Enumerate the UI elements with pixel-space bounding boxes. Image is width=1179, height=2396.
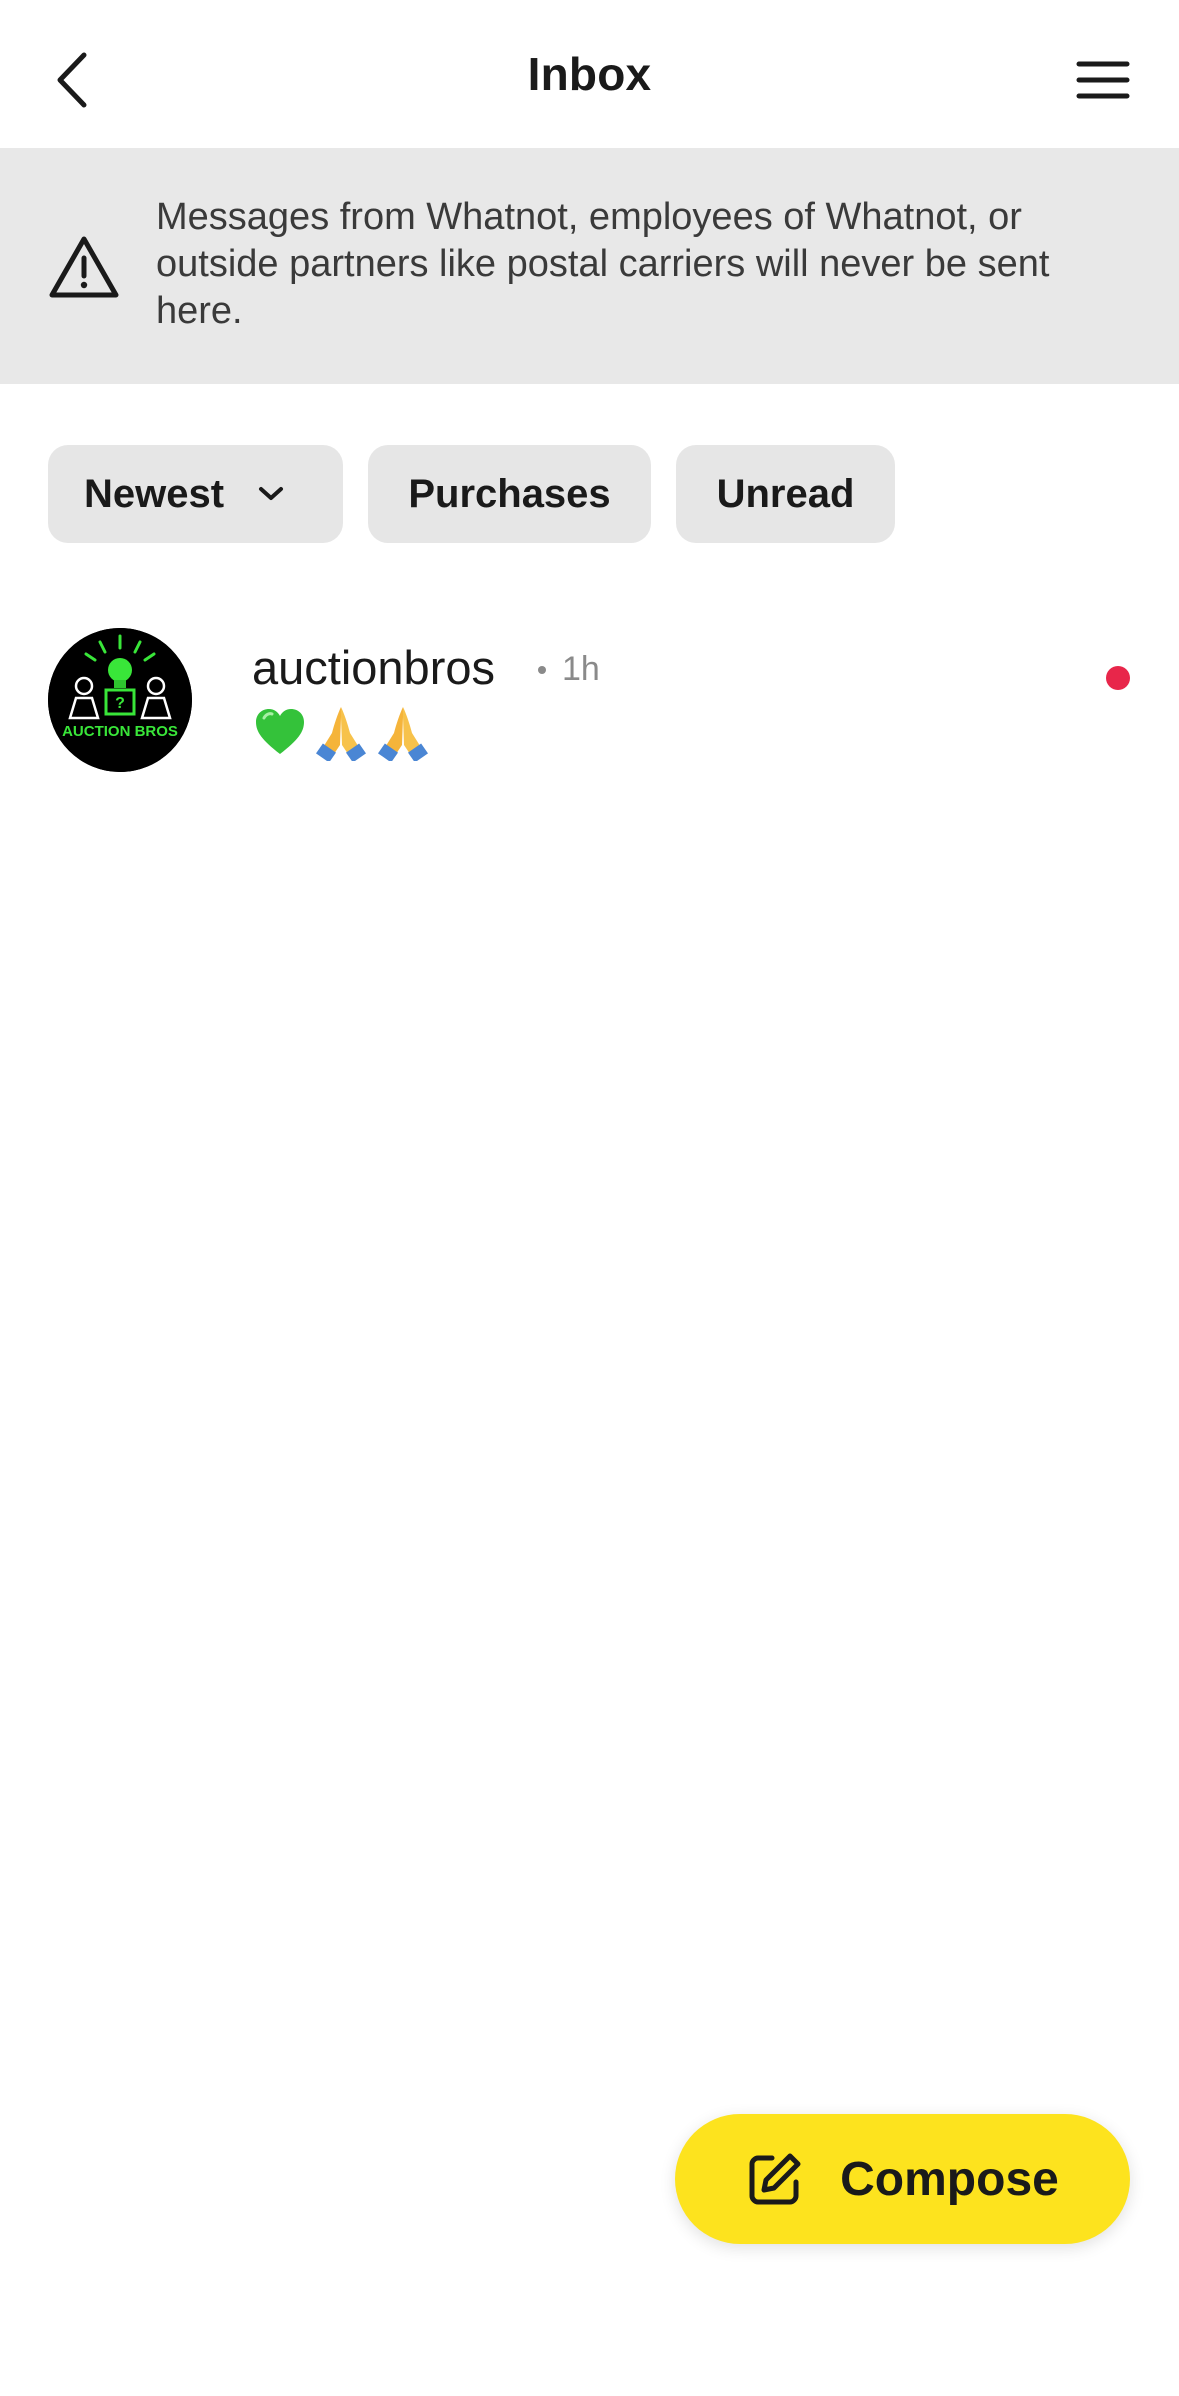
conversation-time: 1h xyxy=(562,650,600,688)
green-heart-icon xyxy=(256,709,304,754)
warning-triangle-icon xyxy=(49,236,119,298)
page-title: Inbox xyxy=(527,48,652,100)
filter-unread[interactable]: Unread xyxy=(676,445,895,543)
inbox-screen: Inbox Messages from Whatnot, employees o… xyxy=(0,0,1179,2396)
filter-purchases[interactable]: Purchases xyxy=(368,445,651,543)
chevron-left-icon xyxy=(57,52,87,108)
folded-hands-icon xyxy=(316,707,366,761)
svg-text:?: ? xyxy=(115,695,125,712)
conversation-timestamp: 1h xyxy=(536,650,600,689)
compose-button[interactable]: Compose xyxy=(675,2114,1130,2244)
back-button[interactable] xyxy=(40,44,104,116)
filter-chips: Newest Purchases Unread xyxy=(48,445,895,543)
conversation-sender: auctionbros xyxy=(252,641,495,694)
menu-button[interactable] xyxy=(1067,44,1139,116)
conversation-preview xyxy=(252,702,432,762)
avatar: ? AUCTION BROS xyxy=(48,628,192,772)
header-bar: Inbox xyxy=(0,0,1179,148)
chevron-down-icon xyxy=(258,486,284,502)
conversation-row[interactable]: ? AUCTION BROS auctionbros 1h xyxy=(0,610,1179,790)
compose-label: Compose xyxy=(840,2152,1059,2206)
safety-warning-banner: Messages from Whatnot, employees of What… xyxy=(0,148,1179,384)
unread-indicator xyxy=(1106,666,1130,690)
svg-text:AUCTION BROS: AUCTION BROS xyxy=(62,723,178,740)
auction-bros-logo: ? AUCTION BROS xyxy=(48,628,192,772)
banner-message: Messages from Whatnot, employees of What… xyxy=(156,196,1050,332)
hamburger-menu-icon xyxy=(1076,61,1130,99)
edit-pencil-icon xyxy=(746,2150,804,2208)
sort-label: Newest xyxy=(84,471,225,516)
sort-dropdown[interactable]: Newest xyxy=(48,445,343,543)
folded-hands-icon xyxy=(378,707,428,761)
separator-dot xyxy=(538,665,546,674)
